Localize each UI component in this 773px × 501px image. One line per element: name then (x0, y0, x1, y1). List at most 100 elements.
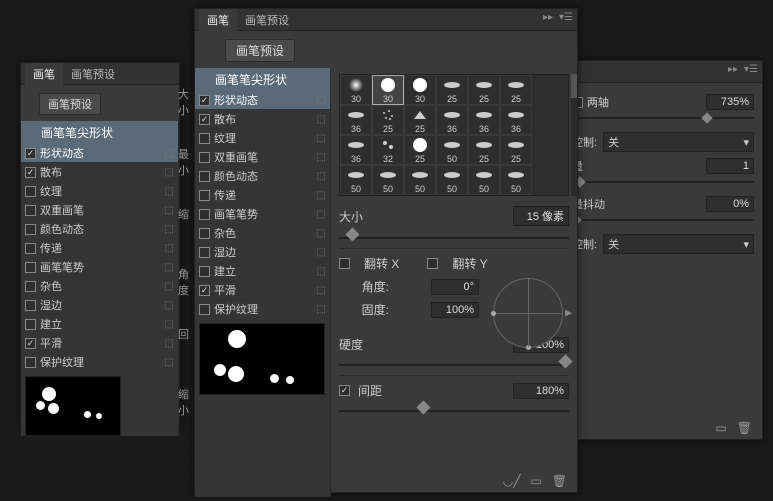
toggle-preview-icon[interactable]: ◡╱ (503, 474, 521, 488)
option-checkbox[interactable] (199, 171, 210, 182)
brush-preset-25[interactable]: 25 (500, 75, 532, 105)
option-checkbox[interactable] (199, 228, 210, 239)
spacing-slider[interactable] (339, 405, 569, 417)
option-保护纹理[interactable]: 保护纹理⬚ (21, 353, 178, 372)
brush-preset-50[interactable]: 50 (500, 165, 532, 195)
option-颜色动态[interactable]: 颜色动态⬚ (21, 220, 178, 239)
menu-icon[interactable]: ▾☰ (559, 12, 573, 23)
amount-slider[interactable] (572, 177, 754, 187)
angle-wheel[interactable]: ▶ (493, 278, 563, 348)
option-杂色[interactable]: 杂色⬚ (21, 277, 178, 296)
option-传递[interactable]: 传递⬚ (21, 239, 178, 258)
brush-preset-30[interactable]: 30 (340, 75, 372, 105)
brush-preset-button[interactable]: 画笔预设 (225, 39, 295, 62)
option-传递[interactable]: 传递⬚ (195, 186, 330, 205)
lock-icon[interactable]: ⬚ (165, 205, 174, 216)
new-preset-icon[interactable]: ▭ (530, 474, 541, 488)
option-checkbox[interactable]: ✓ (199, 285, 210, 296)
brush-tip-shape-header[interactable]: 画笔笔尖形状 (21, 121, 178, 144)
option-checkbox[interactable]: ✓ (25, 338, 36, 349)
control2-dropdown[interactable]: 关▾ (603, 234, 754, 254)
trash-icon[interactable]: 🗑 (552, 474, 567, 488)
brush-preset-25[interactable]: 25 (500, 135, 532, 165)
lock-icon[interactable]: ⬚ (165, 186, 174, 197)
option-checkbox[interactable] (25, 262, 36, 273)
lock-icon[interactable]: ⬚ (317, 266, 326, 277)
flip-x-checkbox[interactable] (339, 258, 350, 269)
option-checkbox[interactable]: ✓ (199, 95, 210, 106)
lock-icon[interactable]: ⬚ (317, 190, 326, 201)
option-checkbox[interactable] (25, 205, 36, 216)
roundness-input[interactable]: 100% (431, 302, 479, 318)
jitter-value[interactable]: 0% (706, 196, 754, 212)
option-画笔笔势[interactable]: 画笔笔势⬚ (195, 205, 330, 224)
option-散布[interactable]: ✓散布⬚ (21, 163, 178, 182)
option-checkbox[interactable]: ✓ (199, 114, 210, 125)
option-checkbox[interactable] (25, 243, 36, 254)
lock-icon[interactable]: ⬚ (317, 304, 326, 315)
lock-icon[interactable]: ⬚ (317, 152, 326, 163)
brush-preset-32[interactable]: 32 (372, 135, 404, 165)
hardness-slider[interactable] (339, 359, 569, 371)
option-双重画笔[interactable]: 双重画笔⬚ (195, 148, 330, 167)
option-checkbox[interactable] (199, 266, 210, 277)
flip-y-checkbox[interactable] (427, 258, 438, 269)
lock-icon[interactable]: ⬚ (165, 148, 174, 159)
brush-preset-50[interactable]: 50 (468, 165, 500, 195)
angle-input[interactable]: 0° (431, 279, 479, 295)
option-双重画笔[interactable]: 双重画笔⬚ (21, 201, 178, 220)
brush-preset-36[interactable]: 36 (340, 105, 372, 135)
option-保护纹理[interactable]: 保护纹理⬚ (195, 300, 330, 319)
option-湿边[interactable]: 湿边⬚ (21, 296, 178, 315)
option-散布[interactable]: ✓散布⬚ (195, 110, 330, 129)
brush-preset-36[interactable]: 36 (436, 105, 468, 135)
brush-preset-25[interactable]: 25 (404, 135, 436, 165)
brush-preset-button[interactable]: 画笔预设 (39, 93, 101, 115)
tab-preset[interactable]: 画笔预设 (237, 9, 297, 31)
option-湿边[interactable]: 湿边⬚ (195, 243, 330, 262)
lock-icon[interactable]: ⬚ (165, 243, 174, 254)
expand-icon[interactable]: ▸▸ (543, 12, 553, 23)
option-checkbox[interactable] (199, 133, 210, 144)
jitter-slider[interactable] (572, 215, 754, 225)
brush-tip-shape-header[interactable]: 画笔笔尖形状 (195, 68, 330, 91)
option-颜色动态[interactable]: 颜色动态⬚ (195, 167, 330, 186)
option-checkbox[interactable] (25, 186, 36, 197)
option-纹理[interactable]: 纹理⬚ (195, 129, 330, 148)
brush-preset-25[interactable]: 25 (372, 105, 404, 135)
lock-icon[interactable]: ⬚ (165, 357, 174, 368)
lock-icon[interactable]: ⬚ (165, 167, 174, 178)
brush-preset-50[interactable]: 50 (340, 165, 372, 195)
option-checkbox[interactable] (25, 357, 36, 368)
size-slider[interactable] (339, 232, 569, 244)
option-平滑[interactable]: ✓平滑⬚ (21, 334, 178, 353)
lock-icon[interactable]: ⬚ (317, 247, 326, 258)
brush-preset-50[interactable]: 50 (404, 165, 436, 195)
lock-icon[interactable]: ⬚ (165, 281, 174, 292)
option-形状动态[interactable]: ✓形状动态⬚ (21, 144, 178, 163)
brush-grid-scrollbar[interactable] (571, 74, 577, 196)
brush-preset-36[interactable]: 36 (468, 105, 500, 135)
lock-icon[interactable]: ⬚ (317, 228, 326, 239)
option-checkbox[interactable] (199, 304, 210, 315)
option-checkbox[interactable] (199, 209, 210, 220)
brush-preset-36[interactable]: 36 (340, 135, 372, 165)
brush-preset-25[interactable]: 25 (436, 75, 468, 105)
brush-preset-50[interactable]: 50 (372, 165, 404, 195)
option-checkbox[interactable] (25, 224, 36, 235)
tab-brush[interactable]: 画笔 (25, 63, 63, 85)
menu-icon[interactable]: ▾☰ (744, 64, 758, 75)
brush-preset-30[interactable]: 30 (404, 75, 436, 105)
brush-preset-25[interactable]: 25 (468, 75, 500, 105)
option-形状动态[interactable]: ✓形状动态⬚ (195, 91, 330, 110)
lock-icon[interactable]: ⬚ (317, 133, 326, 144)
brush-preset-25[interactable]: 25 (404, 105, 436, 135)
spacing-checkbox[interactable]: ✓ (339, 385, 350, 396)
spacing-input[interactable]: 180% (513, 383, 569, 399)
lock-icon[interactable]: ⬚ (317, 209, 326, 220)
option-checkbox[interactable] (25, 300, 36, 311)
option-平滑[interactable]: ✓平滑⬚ (195, 281, 330, 300)
brush-preset-25[interactable]: 25 (468, 135, 500, 165)
expand-icon[interactable]: ▸▸ (728, 64, 738, 75)
option-checkbox[interactable] (25, 281, 36, 292)
